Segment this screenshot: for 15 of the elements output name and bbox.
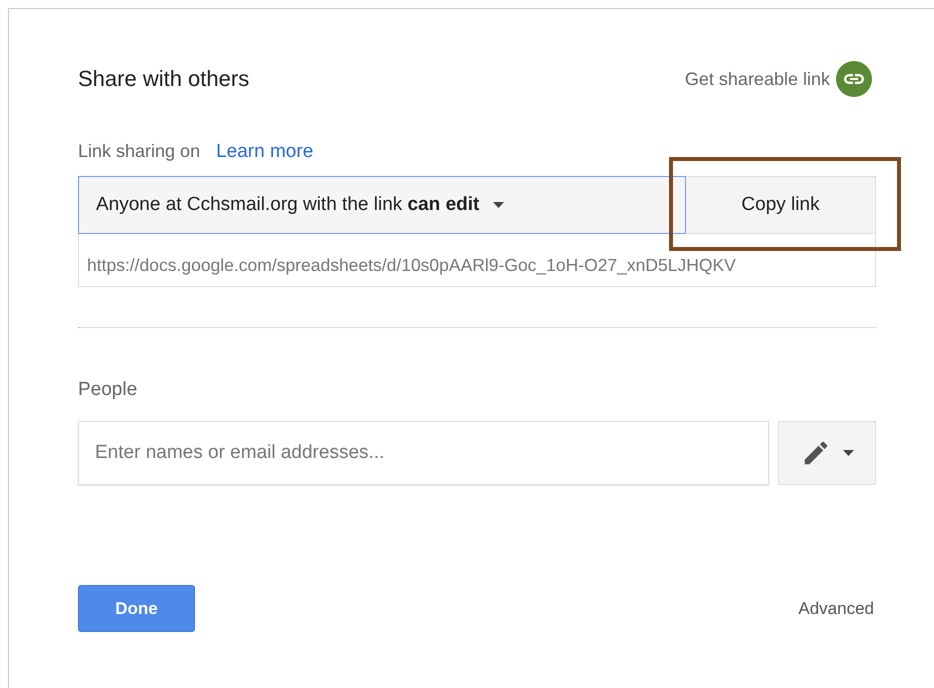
link-icon — [843, 73, 865, 85]
get-shareable-link[interactable]: Get shareable link — [684, 61, 876, 97]
done-button[interactable]: Done — [78, 585, 195, 632]
people-input-field[interactable]: Enter names or email addresses... — [78, 421, 769, 485]
dialog-title: Share with others — [78, 66, 250, 92]
link-url-field[interactable]: https://docs.google.com/spreadsheets/d/10s0pAARl9-Goc_1oH-O27_xnD5LJHQKV — [78, 234, 876, 287]
permission-button[interactable] — [778, 421, 876, 485]
people-label: People — [78, 379, 138, 401]
caret-icon — [842, 450, 854, 456]
copy-link-button[interactable]: Copy link — [686, 176, 876, 234]
access-dropdown[interactable]: Anyone at Cchsmail.org with the link can edit — [78, 176, 686, 234]
advanced-link[interactable]: Advanced — [798, 598, 874, 618]
caret-icon — [493, 202, 504, 208]
link-sharing-label: Link sharing on — [78, 141, 200, 162]
learn-more-link[interactable]: Learn more — [216, 141, 314, 163]
